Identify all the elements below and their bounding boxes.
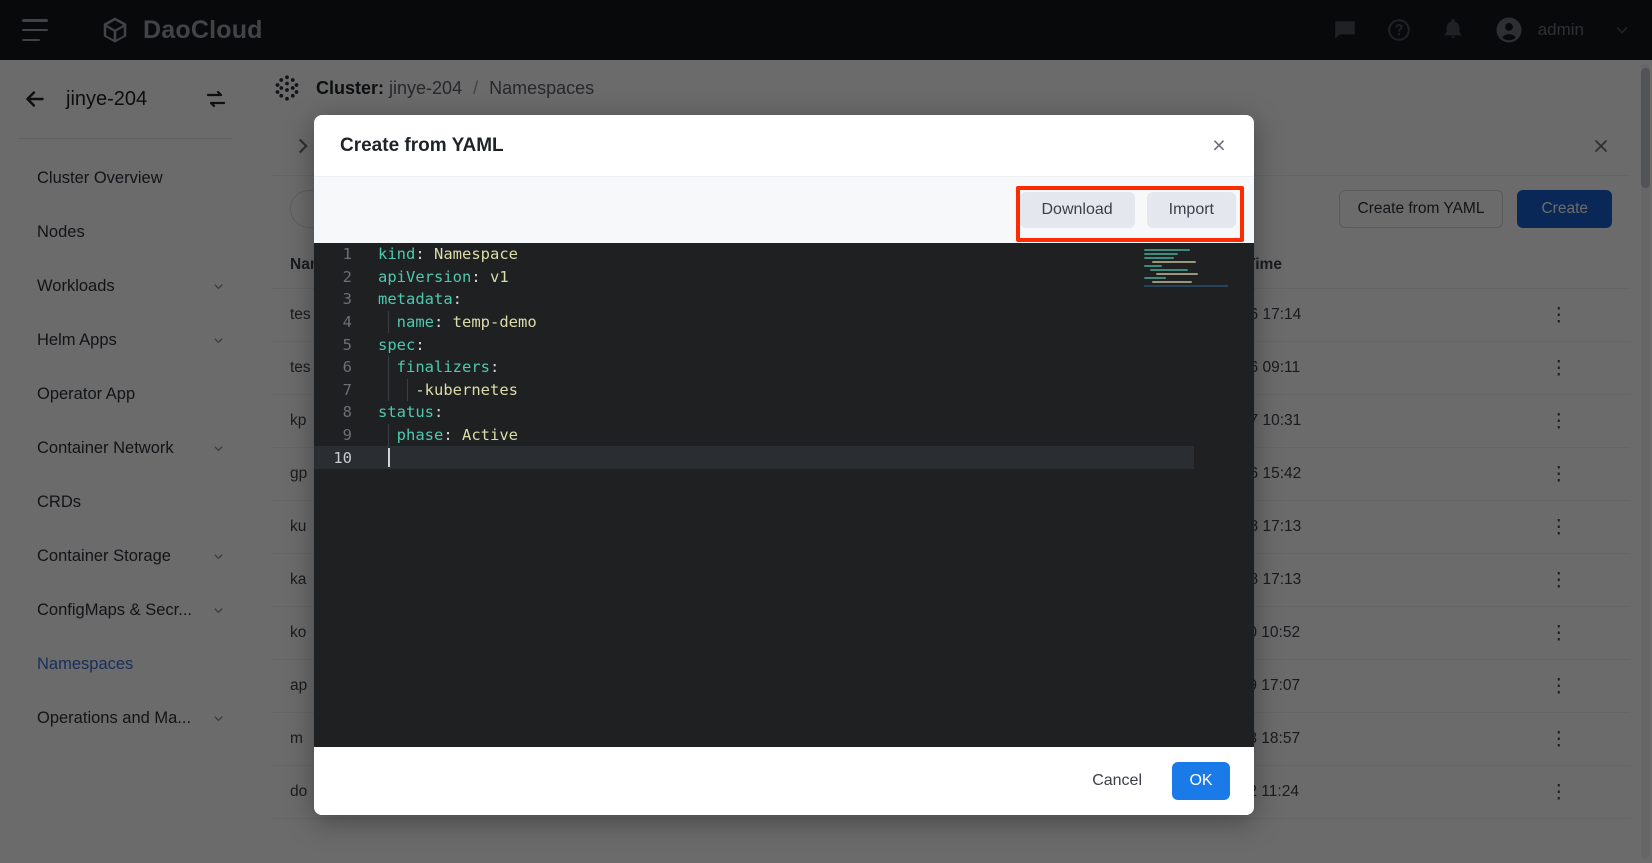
minimap-line — [1156, 273, 1198, 275]
minimap-line — [1150, 269, 1188, 271]
editor-line[interactable]: 7 -kubernetes — [314, 378, 1254, 402]
line-number: 4 — [342, 313, 352, 332]
minimap-line — [1144, 257, 1174, 259]
line-number: 5 — [342, 335, 352, 354]
minimap-current-line — [1144, 285, 1228, 287]
close-icon[interactable]: × — [1206, 133, 1232, 159]
line-source: spec: — [378, 335, 425, 354]
line-number: 1 — [342, 245, 352, 264]
editor-line[interactable]: 6 finalizers: — [314, 355, 1254, 379]
editor-scrollbar[interactable] — [1234, 243, 1248, 747]
line-number: 9 — [342, 426, 352, 445]
editor-code-area[interactable]: 1 kind: Namespace 2 apiVersion: v1 3 metadata… — [314, 243, 1254, 747]
line-number: 10 — [333, 448, 352, 467]
yaml-editor[interactable]: 1 kind: Namespace 2 apiVersion: v1 3 metadata… — [314, 243, 1254, 747]
cancel-button[interactable]: Cancel — [1078, 762, 1156, 800]
dialog-title: Create from YAML — [340, 134, 504, 156]
editor-line[interactable]: 4 name: temp-demo — [314, 310, 1254, 334]
ok-button[interactable]: OK — [1172, 762, 1230, 800]
editor-line[interactable]: 1 kind: Namespace — [314, 243, 1254, 266]
line-source: status: — [378, 403, 444, 422]
editor-line[interactable]: 2 apiVersion: v1 — [314, 266, 1254, 289]
dialog-footer: Cancel OK — [314, 747, 1254, 815]
dialog-actions: Download Import — [314, 177, 1254, 243]
minimap-line — [1144, 249, 1190, 251]
minimap-line — [1144, 265, 1162, 267]
line-number: 3 — [342, 290, 352, 309]
line-source: phase: Active — [396, 426, 519, 445]
minimap-line — [1144, 253, 1178, 255]
editor-line[interactable]: 10 — [314, 446, 1194, 469]
line-source: apiVersion: v1 — [378, 267, 509, 286]
line-number: 7 — [342, 380, 352, 399]
line-source: metadata: — [378, 290, 462, 309]
line-source: -kubernetes — [378, 380, 518, 399]
download-button[interactable]: Download — [1019, 192, 1135, 228]
minimap-line — [1152, 281, 1192, 283]
dialog-header: Create from YAML × — [314, 115, 1254, 177]
editor-line[interactable]: 8 status: — [314, 401, 1254, 424]
import-button[interactable]: Import — [1146, 192, 1236, 228]
line-source: kind: Namespace — [378, 245, 518, 264]
create-from-yaml-dialog: Create from YAML × Download Import 1 kind… — [314, 115, 1254, 815]
indent-guide — [388, 310, 389, 334]
editor-minimap[interactable] — [1144, 243, 1228, 747]
editor-line[interactable]: 3 metadata: — [314, 288, 1254, 311]
editor-line[interactable]: 5 spec: — [314, 333, 1254, 356]
minimap-line — [1144, 277, 1166, 279]
line-number: 2 — [342, 267, 352, 286]
indent-guide — [406, 378, 408, 402]
line-number: 6 — [342, 358, 352, 377]
indent-guide — [388, 423, 389, 447]
line-number: 8 — [342, 403, 352, 422]
minimap-line — [1152, 261, 1196, 263]
indent-guide — [388, 378, 389, 402]
line-source: finalizers: — [396, 358, 500, 377]
indent-guide — [388, 355, 389, 379]
text-cursor — [388, 448, 390, 468]
editor-line[interactable]: 9 phase: Active — [314, 423, 1254, 447]
